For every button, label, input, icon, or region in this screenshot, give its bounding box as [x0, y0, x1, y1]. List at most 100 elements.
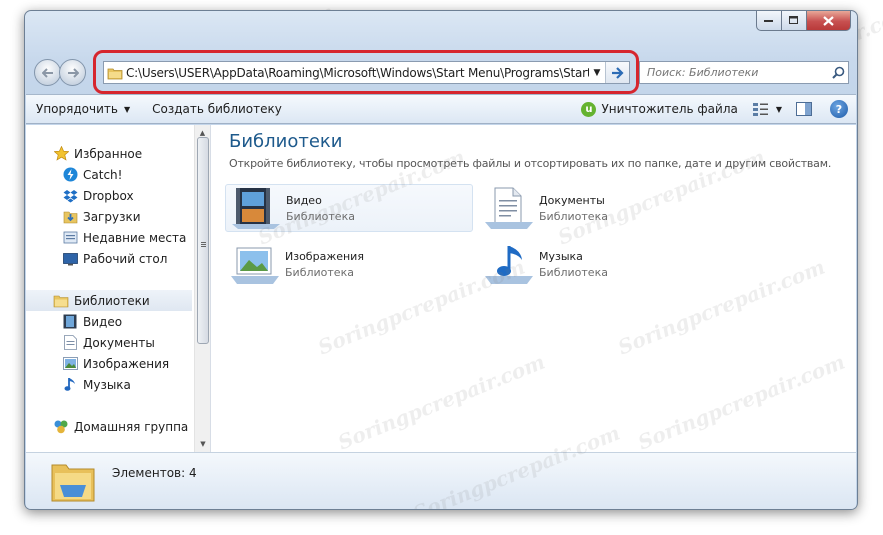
chevron-down-icon: ▼	[775, 104, 782, 114]
utorrent-icon: u	[581, 101, 597, 117]
library-name: Документы	[539, 193, 605, 207]
library-kind: Библиотека	[539, 265, 608, 279]
sidebar-item-label: Музыка	[83, 377, 131, 392]
navigation-buttons	[34, 59, 86, 86]
search-icon[interactable]	[828, 66, 848, 79]
address-highlight-frame	[93, 50, 639, 94]
sidebar-item-documents[interactable]: Документы	[26, 332, 192, 353]
pictures-icon	[62, 356, 78, 372]
close-icon	[823, 15, 834, 26]
desktop-icon	[62, 251, 78, 267]
preview-pane-button[interactable]	[796, 95, 830, 123]
caption-buttons	[756, 11, 851, 31]
music-library-icon	[485, 246, 533, 284]
minimize-button[interactable]	[756, 11, 782, 31]
sidebar-item-label: Изображения	[83, 356, 170, 371]
sidebar-item-downloads[interactable]: Загрузки	[26, 206, 192, 227]
sidebar-item-label: Catch!	[83, 167, 123, 182]
documents-library-icon	[485, 187, 533, 229]
documents-icon	[62, 335, 78, 351]
library-item-documents[interactable]: Документы Библиотека	[479, 184, 727, 232]
sidebar-item-desktop[interactable]: Рабочий стол	[26, 248, 192, 269]
watermark-text: Soringpcrepair.com	[334, 349, 549, 455]
library-kind: Библиотека	[285, 265, 354, 279]
sidebar-item-label: Недавние места	[83, 230, 187, 245]
library-name: Изображения	[285, 249, 364, 263]
sidebar-item-label: Dropbox	[83, 188, 134, 203]
library-kind: Библиотека	[286, 209, 355, 223]
page-subtitle: Откройте библиотеку, чтобы просмотреть ф…	[229, 157, 832, 170]
sidebar-item-dropbox[interactable]: Dropbox	[26, 185, 192, 206]
minimize-icon	[764, 19, 773, 22]
downloads-folder-icon	[62, 209, 78, 225]
libraries-folder-icon	[53, 293, 69, 309]
content-area: Библиотеки Откройте библиотеку, чтобы пр…	[211, 125, 856, 455]
music-note-icon	[62, 377, 78, 393]
library-text: Документы Библиотека	[539, 194, 608, 223]
library-name: Музыка	[539, 249, 583, 263]
sidebar-item-favorites[interactable]: Избранное	[26, 143, 192, 164]
recent-places-icon	[62, 230, 78, 246]
nav-pane-scrollbar[interactable]: ▲ ▼	[194, 125, 210, 452]
page-title: Библиотеки	[229, 131, 343, 152]
sidebar-item-pictures[interactable]: Изображения	[26, 353, 192, 374]
details-pane: Элементов: 4 Soringpcrepair.com	[26, 421, 856, 509]
sidebar-item-recent-places[interactable]: Недавние места	[26, 227, 192, 248]
library-kind: Библиотека	[539, 209, 608, 223]
scroll-thumb[interactable]	[197, 137, 209, 344]
command-bar-right: u Уничтожитель файла ▼ ?	[581, 95, 848, 123]
navigation-pane: Избранное Catch! Dropbox Загрузки Недавн…	[26, 125, 210, 452]
library-name: Видео	[286, 193, 322, 207]
catch-icon	[62, 167, 78, 183]
explorer-window: C:\Users\USER\AppData\Roaming\Microsoft\…	[24, 10, 858, 510]
sidebar-item-catch[interactable]: Catch!	[26, 164, 192, 185]
watermark-text: Soringpcrepair.com	[634, 349, 849, 455]
library-text: Музыка Библиотека	[539, 250, 608, 279]
maximize-icon	[789, 16, 798, 24]
sidebar-item-video[interactable]: Видео	[26, 311, 192, 332]
forward-button[interactable]	[59, 59, 86, 86]
scroll-down-button[interactable]: ▼	[195, 436, 210, 452]
view-options-button[interactable]: ▼	[752, 95, 796, 123]
dropbox-icon	[62, 188, 78, 204]
sidebar-item-label: Видео	[83, 314, 123, 329]
library-item-music[interactable]: Музыка Библиотека	[479, 240, 727, 288]
close-button[interactable]	[807, 11, 851, 31]
new-library-button[interactable]: Создать библиотеку	[142, 95, 294, 123]
organize-button[interactable]: Упорядочить ▼	[26, 95, 142, 123]
sidebar-item-homegroup[interactable]: Домашняя группа	[26, 416, 192, 437]
search-box[interactable]	[639, 61, 849, 84]
sidebar-item-label: Рабочий стол	[83, 251, 168, 266]
back-arrow-icon	[41, 67, 53, 78]
item-count: Элементов: 4	[112, 466, 197, 480]
star-icon	[53, 146, 69, 162]
sidebar-item-label: Домашняя группа	[74, 419, 189, 434]
sidebar-item-music[interactable]: Музыка	[26, 374, 192, 395]
pictures-library-icon	[231, 247, 279, 284]
video-icon	[62, 314, 78, 330]
file-shredder-button[interactable]: u Уничтожитель файла	[581, 95, 751, 123]
forward-arrow-icon	[67, 67, 79, 78]
search-input[interactable]	[647, 66, 828, 79]
homegroup-icon	[53, 419, 69, 435]
file-shredder-label: Уничтожитель файла	[601, 102, 738, 116]
chevron-down-icon: ▼	[123, 104, 131, 114]
view-options-icon	[752, 103, 768, 116]
grip-icon	[201, 242, 206, 243]
library-item-video[interactable]: Видео Библиотека	[225, 184, 473, 232]
help-button[interactable]: ?	[830, 100, 848, 118]
library-text: Изображения Библиотека	[285, 250, 364, 279]
maximize-button[interactable]	[782, 11, 807, 31]
new-library-label: Создать библиотеку	[152, 102, 282, 116]
sidebar-item-libraries[interactable]: Библиотеки	[26, 290, 192, 311]
back-button[interactable]	[34, 59, 61, 86]
libraries-folder-icon	[51, 464, 95, 502]
command-bar: Упорядочить ▼ Создать библиотеку u Уничт…	[26, 94, 856, 124]
organize-label: Упорядочить	[36, 102, 118, 116]
sidebar-item-label: Загрузки	[83, 209, 141, 224]
library-item-pictures[interactable]: Изображения Библиотека	[225, 240, 473, 288]
video-library-icon	[232, 188, 280, 229]
sidebar-item-label: Документы	[83, 335, 155, 350]
preview-pane-icon	[796, 102, 812, 116]
library-text: Видео Библиотека	[286, 194, 355, 223]
